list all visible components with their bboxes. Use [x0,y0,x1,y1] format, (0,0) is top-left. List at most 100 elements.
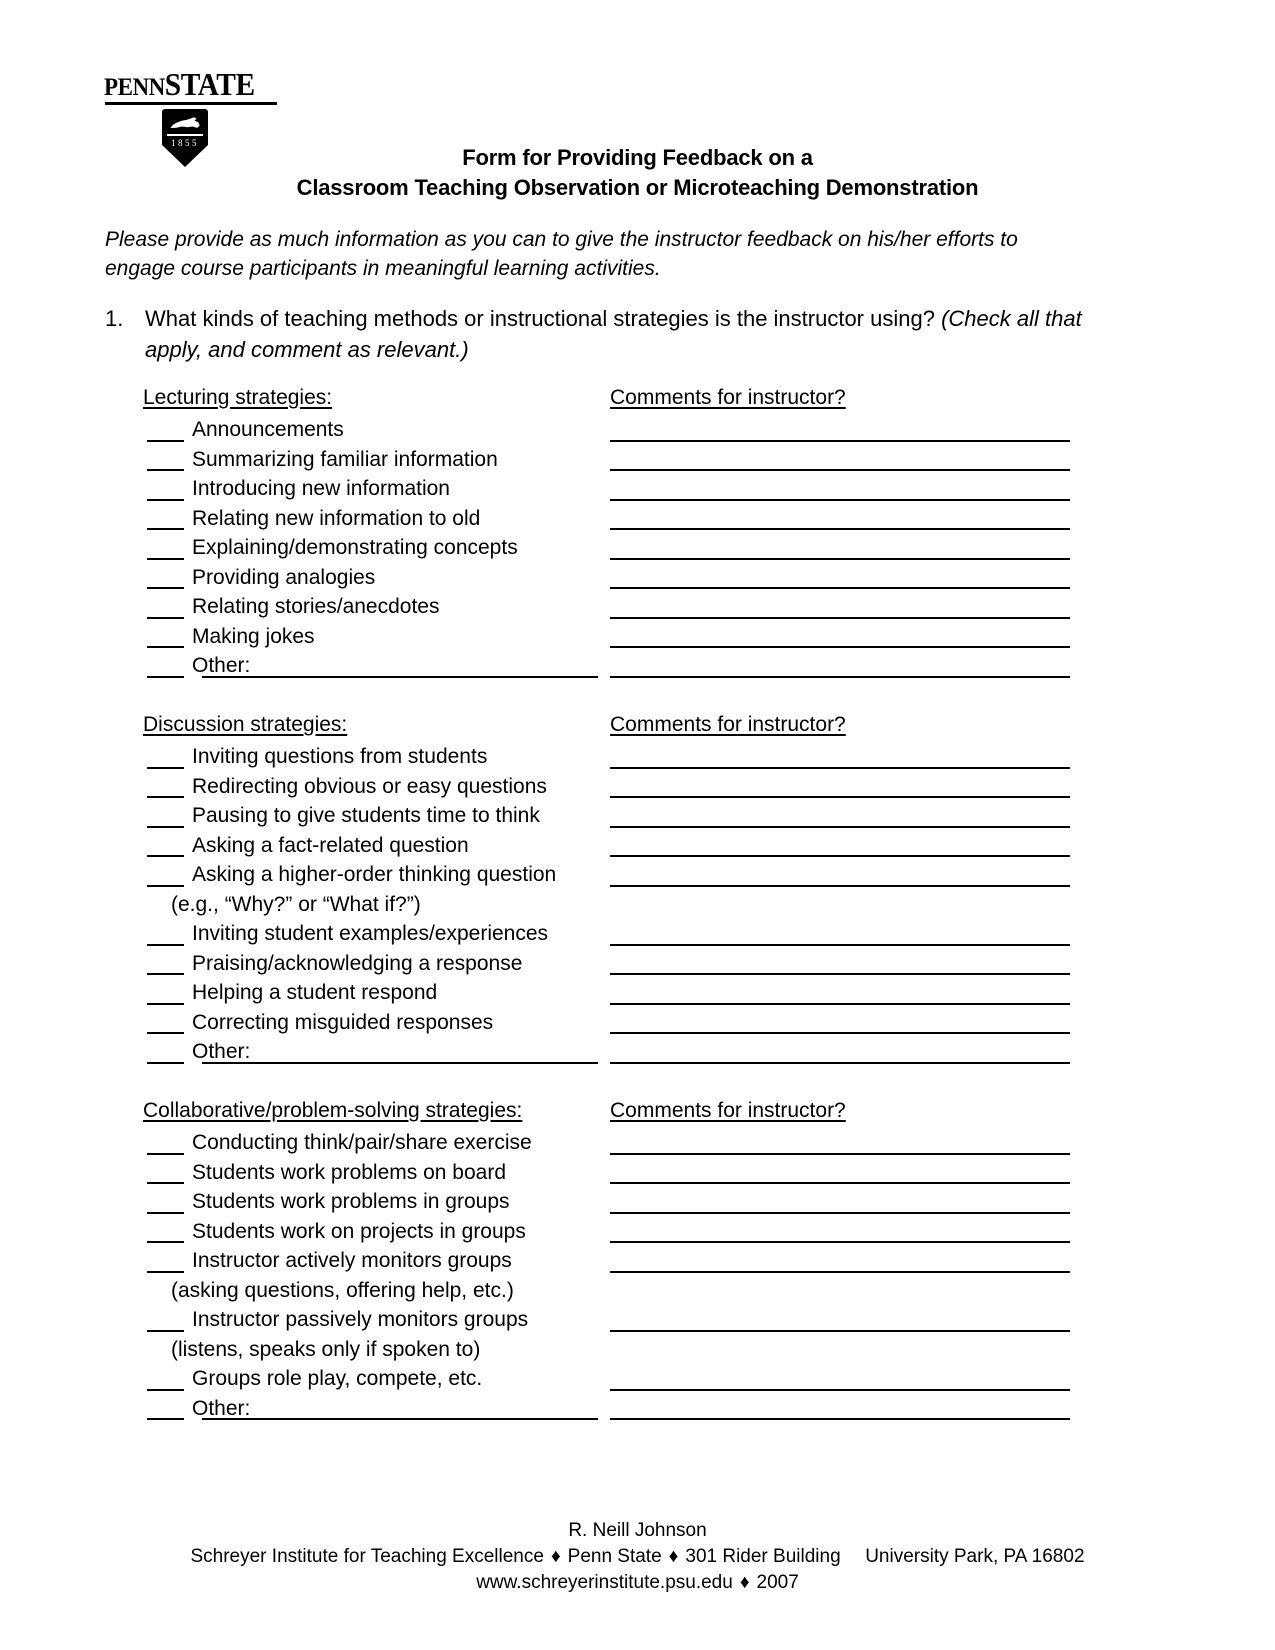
checklist-item-label: Making jokes [192,624,315,648]
checkbox-blank[interactable] [147,766,184,769]
checkbox-blank[interactable] [147,1329,184,1332]
comment-write-in-line[interactable] [610,557,1070,560]
comment-write-in-line[interactable] [610,675,1070,678]
comment-write-in-line[interactable] [610,796,1070,798]
comment-write-in-line[interactable] [610,498,1070,501]
section-heading: Collaborative/problem-solving strategies… [143,1099,523,1122]
comment-write-in-line[interactable] [610,973,1070,975]
checkbox-blank[interactable] [147,675,184,678]
checkbox-blank[interactable] [147,587,184,589]
checkbox-blank[interactable] [147,1002,184,1005]
checklist-continuation-row: (e.g., “Why?” or “What if?”) [143,892,1138,922]
comment-write-in-line[interactable] [610,1241,1070,1243]
comment-write-in-line[interactable] [610,439,1070,442]
checkbox-blank[interactable] [147,825,184,828]
checklist-continuation-label: (asking questions, offering help, etc.) [171,1278,514,1302]
comment-write-in-line[interactable] [610,1152,1070,1155]
footer-separator-1: ♦ [550,1546,561,1567]
section-heading: Discussion strategies: [143,713,348,736]
checklist-row: Redirecting obvious or easy questions [143,774,1138,804]
checkbox-blank[interactable] [147,1388,184,1391]
checklist-item-label: Students work on projects in groups [192,1219,526,1243]
comment-write-in-line[interactable] [610,469,1070,471]
comment-write-in-line[interactable] [610,1329,1070,1332]
comment-write-in-line[interactable] [610,587,1070,589]
comment-write-in-line[interactable] [610,1270,1070,1273]
checkbox-blank[interactable] [147,884,184,887]
title-line-2: Classroom Teaching Observation or Microt… [296,175,979,200]
checklist-item-label: Inviting questions from students [192,745,488,768]
comments-column-heading: Comments for instructor? [610,1099,846,1122]
checkbox-blank[interactable] [147,943,184,946]
checkbox-blank[interactable] [147,1152,184,1155]
checkbox-blank[interactable] [147,1182,184,1184]
checklist-item-label: Asking a fact-related question [192,833,469,857]
checkbox-blank[interactable] [147,1270,184,1273]
checklist-item-label: Providing analogies [192,565,376,589]
footer-website: www.schreyerinstitute.psu.edu [476,1572,733,1593]
checklist-row: Other: [143,1039,1138,1069]
checkbox-blank[interactable] [147,616,184,619]
checkbox-blank[interactable] [147,973,184,975]
checklist-row: Asking a higher-order thinking question [143,862,1138,892]
checklist-row: Students work problems on board [143,1160,1138,1190]
checklist-item-label: Pausing to give students time to think [192,804,540,827]
comments-column-heading: Comments for instructor? [610,713,846,736]
checklist-item-label: Conducting think/pair/share exercise [192,1131,532,1154]
checkbox-blank[interactable] [147,557,184,560]
section-headers: Collaborative/problem-solving strategies… [143,1098,1138,1130]
checkbox-blank[interactable] [147,528,184,530]
checklist-item-label: Instructor passively monitors groups [192,1308,529,1331]
checklist-row: Summarizing familiar information [143,447,1138,477]
checklist-item-label: Correcting misguided responses [192,1010,494,1034]
checkbox-blank[interactable] [147,1418,184,1420]
comment-write-in-line[interactable] [610,646,1070,648]
checklist-item-label: Relating new information to old [192,506,481,530]
checklist-item-label: Groups role play, compete, etc. [192,1367,483,1390]
comment-write-in-line[interactable] [610,1002,1070,1005]
checkbox-blank[interactable] [147,439,184,442]
other-write-in-line[interactable] [202,1418,598,1420]
footer-separator-3: ♦ [739,1572,750,1593]
checklist-row: Praising/acknowledging a response [143,951,1138,981]
comment-write-in-line[interactable] [610,825,1070,828]
checklist-continuation-label: (e.g., “Why?” or “What if?”) [171,892,421,916]
comment-write-in-line[interactable] [610,1211,1070,1214]
checkbox-blank[interactable] [147,1032,184,1034]
logo-underline-rule [105,102,277,105]
checkbox-blank[interactable] [147,469,184,471]
footer-web-line: www.schreyerinstitute.psu.edu ♦ 2007 [105,1570,1170,1596]
checkbox-blank[interactable] [147,1241,184,1243]
checklist-row: Relating new information to old [143,506,1138,536]
comment-write-in-line[interactable] [610,855,1070,857]
comment-write-in-line[interactable] [610,1032,1070,1034]
checklist-row: Inviting student examples/experiences [143,921,1138,951]
comment-write-in-line[interactable] [610,528,1070,530]
comment-write-in-line[interactable] [610,1418,1070,1420]
section-headers: Discussion strategies: Comments for instr… [143,712,1138,744]
checkbox-blank[interactable] [147,855,184,857]
checkbox-blank[interactable] [147,1061,184,1064]
comment-write-in-line[interactable] [610,616,1070,619]
question-1: 1. What kinds of teaching methods or ins… [105,303,1090,365]
checklist-item-label: Redirecting obvious or easy questions [192,774,547,798]
comment-write-in-line[interactable] [610,766,1070,769]
comment-write-in-line[interactable] [610,1061,1070,1064]
strategy-section: Lecturing strategies: Comments for instru… [143,385,1138,683]
wordmark-state: STATE [164,66,255,102]
comment-write-in-line[interactable] [610,1388,1070,1391]
checklist-row: Inviting questions from students [143,744,1138,774]
other-write-in-line[interactable] [202,675,598,678]
other-write-in-line[interactable] [202,1061,598,1064]
checkbox-blank[interactable] [147,796,184,798]
footer-address: Schreyer Institute for Teaching Excellen… [105,1544,1170,1570]
checkbox-blank[interactable] [147,1211,184,1214]
comment-write-in-line[interactable] [610,943,1070,946]
comment-write-in-line[interactable] [610,1182,1070,1184]
checklist-row: Students work problems in groups [143,1189,1138,1219]
title-line-1: Form for Providing Feedback on a [462,145,813,170]
checkbox-blank[interactable] [147,646,184,648]
checklist-item-label: Helping a student respond [192,981,438,1004]
checkbox-blank[interactable] [147,498,184,501]
comment-write-in-line[interactable] [610,884,1070,887]
